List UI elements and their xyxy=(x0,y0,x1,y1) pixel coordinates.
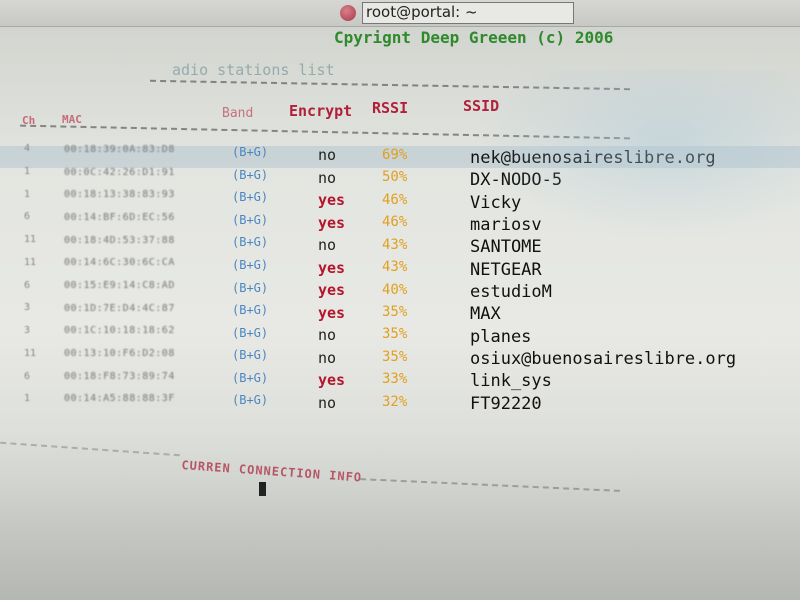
row-channel: 1 xyxy=(24,188,31,200)
terminal-cursor xyxy=(259,482,266,496)
row-ssid: mariosv xyxy=(470,215,542,235)
row-rssi: 33% xyxy=(382,371,408,388)
row-encrypt: yes xyxy=(318,213,346,232)
row-encrypt: yes xyxy=(318,258,346,277)
row-rssi: 40% xyxy=(382,281,408,298)
row-encrypt: yes xyxy=(318,191,346,209)
row-channel: 1 xyxy=(24,165,31,177)
row-band: (B+G) xyxy=(232,393,269,408)
row-channel: 3 xyxy=(24,302,31,314)
row-rssi: 35% xyxy=(382,348,408,365)
table-row[interactable]: 1 00:18:13:38:83:93 (B+G) yes 46% Vicky xyxy=(0,188,800,213)
table-row[interactable]: 4 00:18:39:0A:83:D8 (B+G) no 69% nek@buenosai… xyxy=(0,143,800,168)
row-ssid: nek@buenosaireslibre.org xyxy=(470,148,716,168)
row-ssid: planes xyxy=(470,326,532,347)
row-band: (B+G) xyxy=(232,145,269,159)
row-encrypt: yes xyxy=(318,281,346,299)
row-band: (B+G) xyxy=(232,280,269,295)
terminal-screen: root@portal: ~ Cpyrignt Deep Greeen (c) … xyxy=(0,0,800,600)
table-row[interactable]: 6 00:15:E9:14:C8:AD (B+G) yes 40% estudioM xyxy=(0,279,800,303)
row-channel: 6 xyxy=(24,370,31,382)
row-mac-address: 00:13:10:F6:D2:08 xyxy=(64,348,175,359)
row-channel: 3 xyxy=(24,325,31,336)
row-band: (B+G) xyxy=(232,190,269,205)
row-rssi: 46% xyxy=(382,214,408,231)
row-channel: 4 xyxy=(24,143,31,154)
row-channel: 6 xyxy=(24,279,31,291)
row-rssi: 43% xyxy=(382,259,408,276)
row-mac-address: 00:1D:7E:D4:4C:87 xyxy=(64,302,175,314)
row-mac-address: 00:15:E9:14:C8:AD xyxy=(64,280,175,291)
row-encrypt: no xyxy=(318,168,337,187)
row-mac-address: 00:14:BF:6D:EC:56 xyxy=(64,212,175,223)
row-encrypt: no xyxy=(318,146,337,164)
row-ssid: Vicky xyxy=(470,192,522,213)
row-band: (B+G) xyxy=(232,167,269,182)
row-mac-address: 00:18:13:38:83:93 xyxy=(64,189,175,201)
row-channel: 6 xyxy=(24,211,31,223)
row-mac-address: 00:1C:10:18:18:62 xyxy=(64,325,175,337)
table-row[interactable]: 3 00:1D:7E:D4:4C:87 (B+G) yes 35% MAX xyxy=(0,302,800,326)
row-ssid: estudioM xyxy=(470,282,552,302)
row-mac-address: 00:0C:42:26:D1:91 xyxy=(64,166,175,178)
row-encrypt: no xyxy=(318,348,337,367)
row-band: (B+G) xyxy=(232,370,269,385)
row-encrypt: no xyxy=(318,393,337,412)
row-mac-address: 00:14:6C:30:6C:CA xyxy=(64,257,175,269)
row-mac-address: 00:18:F8:73:89:74 xyxy=(64,370,175,382)
table-row[interactable]: 11 00:13:10:F6:D2:08 (B+G) no 35% osiux@bueno… xyxy=(0,347,800,371)
row-rssi: 69% xyxy=(382,147,408,163)
table-row[interactable]: 3 00:1C:10:18:18:62 (B+G) no 35% planes xyxy=(0,325,800,348)
row-rssi: 32% xyxy=(382,393,408,410)
row-ssid: MAX xyxy=(470,304,501,325)
table-row[interactable]: 1 00:0C:42:26:D1:91 (B+G) no 50% DX-NODO-5 xyxy=(0,165,800,191)
row-channel: 11 xyxy=(24,234,37,245)
row-encrypt: yes xyxy=(318,371,346,389)
row-band: (B+G) xyxy=(232,235,269,250)
row-encrypt: no xyxy=(318,326,337,344)
table-row[interactable]: 1 00:14:A5:88:88:3F (B+G) no 32% FT92220 xyxy=(0,393,800,416)
row-channel: 11 xyxy=(24,347,37,359)
row-ssid: link_sys xyxy=(470,371,552,392)
row-ssid: SANTOME xyxy=(470,237,542,258)
row-band: (B+G) xyxy=(232,348,269,363)
row-mac-address: 00:18:4D:53:37:88 xyxy=(64,234,175,246)
row-mac-address: 00:18:39:0A:83:D8 xyxy=(64,144,175,155)
row-rssi: 35% xyxy=(382,303,408,320)
row-mac-address: 00:14:A5:88:88:3F xyxy=(64,393,175,405)
row-channel: 1 xyxy=(24,393,31,405)
table-row[interactable]: 11 00:18:4D:53:37:88 (B+G) no 43% SANTOME xyxy=(0,234,800,258)
row-ssid: FT92220 xyxy=(470,393,542,414)
row-rssi: 35% xyxy=(382,326,408,343)
row-ssid: NETGEAR xyxy=(470,259,542,280)
row-ssid: osiux@buenosaireslibre.org xyxy=(470,349,737,369)
row-ssid: DX-NODO-5 xyxy=(470,170,563,191)
table-row[interactable]: 6 00:18:F8:73:89:74 (B+G) yes 33% link_sys xyxy=(0,371,800,393)
row-rssi: 46% xyxy=(382,191,408,208)
row-band: (B+G) xyxy=(232,303,269,318)
table-row[interactable]: 6 00:14:BF:6D:EC:56 (B+G) yes 46% mariosv xyxy=(0,211,800,236)
row-band: (B+G) xyxy=(232,212,269,227)
table-row[interactable]: 11 00:14:6C:30:6C:CA (B+G) yes 43% NETGEAR xyxy=(0,256,800,281)
row-encrypt: no xyxy=(318,236,337,254)
row-band: (B+G) xyxy=(232,257,269,272)
stations-table: 4 00:18:39:0A:83:D8 (B+G) no 69% nek@buenosai… xyxy=(0,0,800,600)
row-encrypt: yes xyxy=(318,303,346,322)
row-channel: 11 xyxy=(24,256,37,268)
row-band: (B+G) xyxy=(232,325,269,340)
row-rssi: 50% xyxy=(382,169,408,186)
row-rssi: 43% xyxy=(382,236,408,253)
